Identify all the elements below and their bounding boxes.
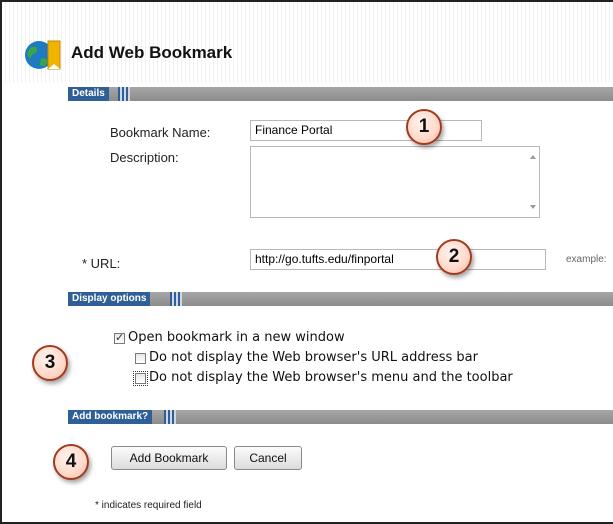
details-section-bar: Details (68, 87, 613, 101)
url-input[interactable]: http://go.tufts.edu/finportal (250, 249, 546, 270)
required-field-note: * indicates required field (95, 500, 202, 511)
callout-badge-1: 1 (406, 109, 442, 145)
callout-badge-4: 4 (53, 444, 89, 480)
cancel-button[interactable]: Cancel (234, 446, 302, 470)
section-bar-ticks (164, 410, 176, 424)
section-bar-ticks (170, 292, 182, 306)
display-options-section-bar: Display options (68, 292, 613, 306)
description-textarea[interactable] (250, 146, 540, 218)
page-title: Add Web Bookmark (71, 43, 233, 62)
hide-menu-toolbar-label: Do not display the Web browser's menu an… (149, 370, 513, 385)
hide-url-bar-checkbox[interactable] (135, 353, 146, 364)
display-options-section-label: Display options (68, 292, 151, 306)
header-background (2, 2, 613, 82)
bookmark-name-label: Bookmark Name: (110, 125, 211, 140)
add-bookmark-section-label: Add bookmark? (68, 410, 153, 424)
url-example-hint: example: (566, 254, 607, 265)
bookmark-name-input[interactable]: Finance Portal (250, 120, 482, 141)
section-bar-ticks (118, 87, 130, 101)
callout-badge-2: 2 (436, 239, 472, 275)
description-label: Description: (110, 150, 179, 165)
globe-bookmark-icon (25, 40, 61, 70)
details-section-label: Details (68, 87, 109, 101)
url-label: * URL: (82, 256, 121, 271)
open-new-window-checkbox[interactable] (114, 331, 125, 344)
scroll-down-arrow-icon[interactable] (530, 205, 536, 209)
callout-badge-3: 3 (32, 345, 68, 381)
hide-url-bar-label: Do not display the Web browser's URL add… (149, 350, 478, 365)
hide-menu-toolbar-checkbox[interactable] (133, 371, 148, 386)
scroll-up-arrow-icon[interactable] (530, 155, 536, 159)
add-bookmark-section-bar: Add bookmark? (68, 410, 613, 424)
open-new-window-label: Open bookmark in a new window (128, 330, 345, 345)
add-bookmark-button[interactable]: Add Bookmark (111, 446, 227, 470)
